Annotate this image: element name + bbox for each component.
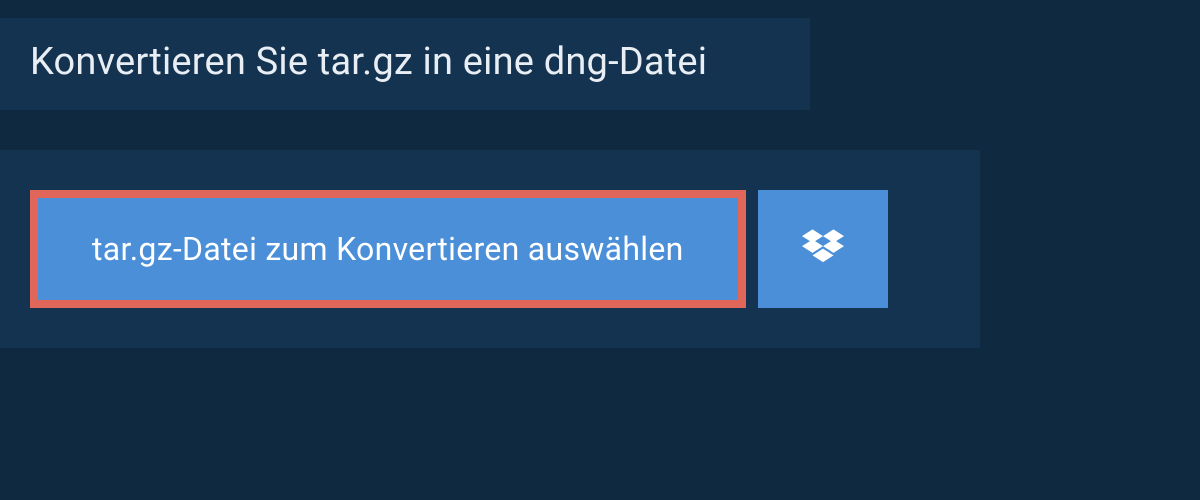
dropbox-source-button[interactable]	[758, 190, 888, 308]
page-title: Konvertieren Sie tar.gz in eine dng-Date…	[30, 40, 780, 84]
file-select-row: tar.gz-Datei zum Konvertieren auswählen	[0, 150, 980, 348]
converter-panel: Konvertieren Sie tar.gz in eine dng-Date…	[0, 0, 980, 348]
select-file-button[interactable]: tar.gz-Datei zum Konvertieren auswählen	[30, 190, 746, 308]
header: Konvertieren Sie tar.gz in eine dng-Date…	[0, 18, 810, 110]
select-file-label: tar.gz-Datei zum Konvertieren auswählen	[92, 230, 684, 268]
dropbox-icon	[802, 226, 844, 272]
